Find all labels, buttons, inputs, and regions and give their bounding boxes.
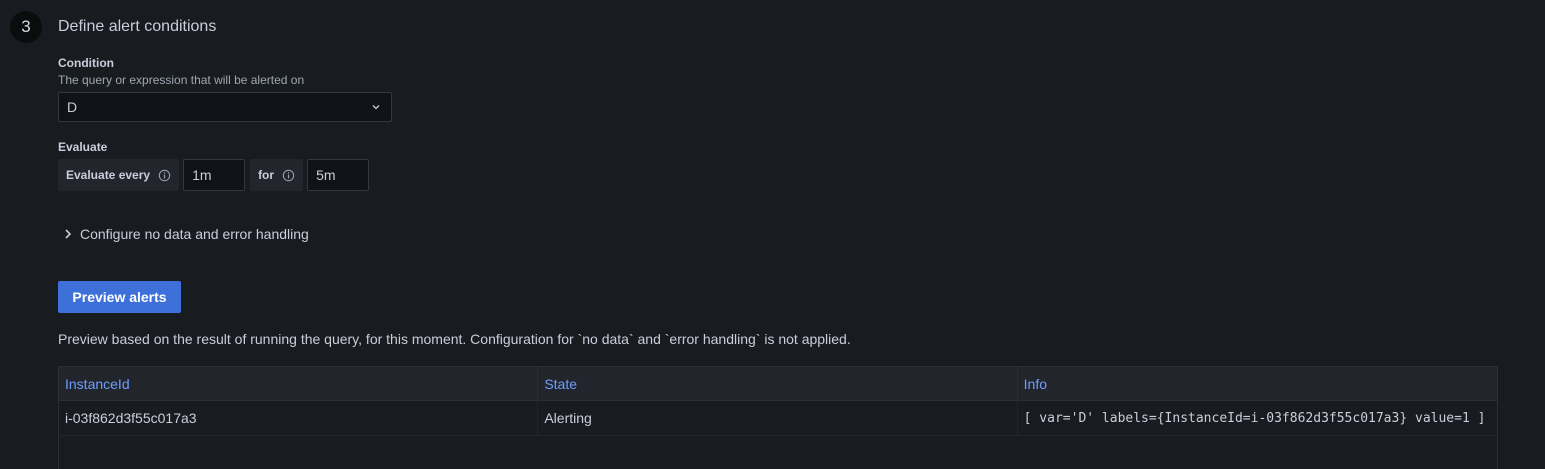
no-data-error-handling-toggle[interactable]: Configure no data and error handling xyxy=(60,226,309,242)
evaluate-every-label: Evaluate every xyxy=(58,159,180,191)
condition-label: Condition xyxy=(58,56,114,70)
step-number-badge: 3 xyxy=(10,11,42,43)
section-title: Define alert conditions xyxy=(58,18,217,35)
step-number: 3 xyxy=(21,17,31,36)
condition-description: The query or expression that will be ale… xyxy=(58,73,305,87)
table-row: i-03f862d3f55c017a3 Alerting [ var='D' l… xyxy=(59,401,1497,436)
column-header-info[interactable]: Info xyxy=(1018,367,1497,400)
evaluate-every-text: Evaluate every xyxy=(66,168,151,182)
evaluate-every-input[interactable]: 1m xyxy=(183,159,246,191)
evaluate-label: Evaluate xyxy=(58,140,108,154)
chevron-down-icon xyxy=(369,100,383,114)
evaluate-row: Evaluate every 1m for 5m xyxy=(58,159,374,191)
cell-state: Alerting xyxy=(538,401,1018,435)
cell-info-text: [ var='D' labels={InstanceId=i-03f862d3f… xyxy=(1023,410,1486,426)
table-header: InstanceId State Info xyxy=(59,367,1497,401)
condition-selected-value: D xyxy=(67,99,78,115)
info-icon[interactable] xyxy=(282,169,295,182)
preview-note: Preview based on the result of running t… xyxy=(58,331,851,347)
column-header-state[interactable]: State xyxy=(538,367,1018,400)
cell-info: [ var='D' labels={InstanceId=i-03f862d3f… xyxy=(1018,401,1497,435)
preview-alerts-button[interactable]: Preview alerts xyxy=(58,281,181,313)
column-header-instance-id[interactable]: InstanceId xyxy=(59,367,539,400)
for-label: for xyxy=(250,159,304,191)
preview-results-table: InstanceId State Info i-03f862d3f55c017a… xyxy=(58,366,1498,469)
for-text: for xyxy=(258,168,275,182)
no-data-error-handling-label: Configure no data and error handling xyxy=(80,226,309,242)
chevron-right-icon xyxy=(60,226,76,242)
alert-conditions-section: 3 Define alert conditions Condition The … xyxy=(0,0,1545,469)
info-icon[interactable] xyxy=(158,169,171,182)
condition-select[interactable]: D xyxy=(58,92,392,122)
cell-instance-id: i-03f862d3f55c017a3 xyxy=(59,401,539,435)
for-duration-input[interactable]: 5m xyxy=(307,159,370,191)
